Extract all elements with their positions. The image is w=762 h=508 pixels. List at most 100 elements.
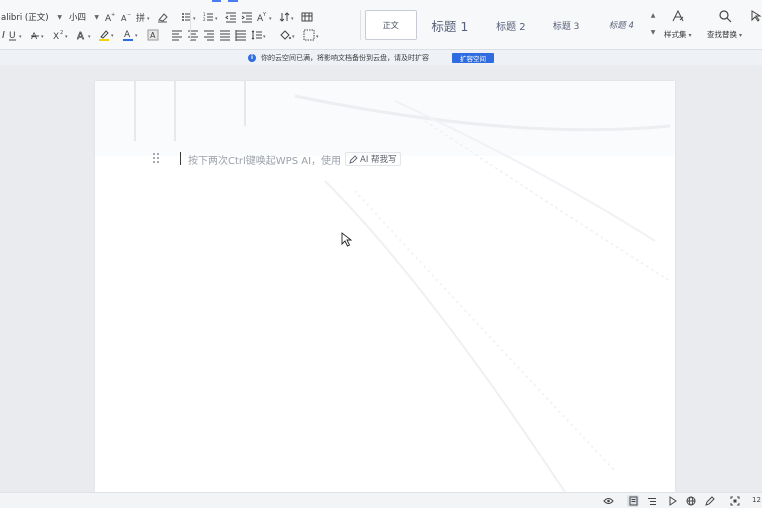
svg-text:▾: ▾ bbox=[88, 34, 91, 40]
mouse-pointer-icon bbox=[341, 232, 353, 247]
justify-icon bbox=[219, 30, 230, 41]
underline-icon: U ▾ bbox=[8, 31, 22, 41]
distributed-button[interactable] bbox=[233, 27, 249, 43]
svg-text:▾: ▾ bbox=[193, 16, 196, 22]
style-heading-1[interactable]: 标题 1 bbox=[417, 10, 484, 40]
ribbon: alibri (正文) ▼ 小四 ▼ A + A − 拼 ▾ ▾ 1 2 ▾ A… bbox=[0, 0, 762, 50]
text-direction-button[interactable]: A Y ▾ bbox=[255, 9, 277, 25]
select-button[interactable] bbox=[750, 9, 762, 23]
gallery-scroll[interactable]: ▲ ▼ bbox=[649, 12, 657, 36]
shading-button[interactable]: ▾ bbox=[277, 27, 301, 43]
svg-text:A: A bbox=[77, 31, 84, 41]
numbered-list-button[interactable]: 1 2 ▾ bbox=[201, 9, 223, 25]
superscript-icon: X 2▾ bbox=[53, 30, 68, 41]
highlight-button[interactable]: ▾ bbox=[97, 27, 121, 43]
svg-text:Y: Y bbox=[262, 12, 267, 18]
paint-bucket-icon: ▾ bbox=[280, 30, 295, 40]
svg-text:▾: ▾ bbox=[215, 16, 218, 22]
borders-icon: ▾ bbox=[303, 29, 319, 41]
style-set-label: 样式集 bbox=[664, 30, 687, 39]
chevron-down-icon[interactable]: ▼ bbox=[651, 29, 656, 36]
svg-text:拼: 拼 bbox=[136, 12, 145, 23]
ai-write-button[interactable]: AI 帮我写 bbox=[345, 152, 401, 166]
justify-button[interactable] bbox=[217, 27, 233, 43]
text-effect-icon: A ▾ bbox=[77, 31, 91, 41]
borders-button[interactable]: ▾ bbox=[301, 27, 325, 43]
svg-text:▾: ▾ bbox=[41, 34, 44, 40]
decrease-font-size-button[interactable]: A − bbox=[118, 9, 134, 25]
distributed-align-icon bbox=[235, 30, 246, 41]
pen-icon[interactable] bbox=[704, 495, 716, 507]
ribbon-tab-indicator bbox=[200, 0, 240, 2]
cloud-storage-notification: i 你的云空间已满，将影响文档备份到云盘，请及时扩容 扩容空间 bbox=[0, 50, 762, 65]
document-page[interactable]: 按下两次Ctrl键唤起WPS AI，使用 AI 帮我写 bbox=[95, 81, 675, 492]
font-name-select[interactable]: alibri (正文) ▼ bbox=[0, 9, 66, 25]
svg-text:▾: ▾ bbox=[19, 34, 22, 40]
fit-page-icon[interactable] bbox=[729, 495, 741, 507]
font-size-select[interactable]: 小四 ▼ bbox=[66, 9, 102, 25]
style-set-icon bbox=[672, 9, 684, 22]
underline-button[interactable]: U ▾ bbox=[7, 27, 29, 43]
eraser-icon bbox=[158, 13, 168, 23]
svg-text:A: A bbox=[124, 30, 131, 40]
align-right-button[interactable] bbox=[201, 27, 217, 43]
ribbon-divider bbox=[190, 10, 191, 40]
change-case-button[interactable]: 拼 ▾ bbox=[134, 9, 154, 25]
font-color-button[interactable]: A ▾ bbox=[121, 27, 145, 43]
play-icon[interactable] bbox=[666, 495, 678, 507]
align-left-button[interactable] bbox=[169, 27, 185, 43]
superscript-button[interactable]: X 2 ▾ bbox=[51, 27, 75, 43]
eye-icon[interactable] bbox=[602, 495, 614, 507]
svg-text:A: A bbox=[150, 31, 156, 40]
svg-text:▾: ▾ bbox=[263, 34, 266, 40]
ai-write-label: AI 帮我写 bbox=[360, 155, 397, 165]
italic-button[interactable]: I bbox=[0, 27, 7, 43]
text-cursor bbox=[180, 152, 182, 165]
decrease-font-icon: A − bbox=[121, 12, 131, 23]
increase-font-size-button[interactable]: A + bbox=[102, 9, 118, 25]
ai-pen-icon bbox=[349, 154, 358, 164]
notification-message: 你的云空间已满，将影响文档备份到云盘，请及时扩容 bbox=[261, 53, 429, 62]
svg-text:−: − bbox=[127, 12, 131, 18]
text-effect-button[interactable]: A ▾ bbox=[75, 27, 97, 43]
font-color-icon: A ▾ bbox=[122, 30, 138, 41]
ribbon-divider bbox=[360, 10, 361, 40]
style-set-button[interactable]: 样式集 ▾ bbox=[664, 9, 692, 40]
outline-view-icon[interactable] bbox=[646, 495, 658, 507]
style-heading-4[interactable]: 标题 4 bbox=[594, 10, 649, 40]
expand-storage-button[interactable]: 扩容空间 bbox=[452, 52, 494, 63]
align-right-icon bbox=[203, 30, 214, 41]
web-view-icon[interactable] bbox=[685, 495, 697, 507]
svg-text:2: 2 bbox=[60, 30, 63, 36]
page-view-icon[interactable] bbox=[627, 495, 639, 507]
chevron-up-icon[interactable]: ▲ bbox=[651, 12, 656, 19]
clear-format-button[interactable] bbox=[154, 9, 171, 25]
strikethrough-button[interactable]: A▾ bbox=[29, 27, 51, 43]
line-spacing-button[interactable]: ▾ bbox=[249, 27, 271, 43]
increase-indent-button[interactable] bbox=[239, 9, 255, 25]
font-size-value: 小四 bbox=[69, 13, 87, 23]
page-ghost-artifacts bbox=[95, 81, 675, 492]
ai-placeholder[interactable]: 按下两次Ctrl键唤起WPS AI，使用 AI 帮我写 bbox=[188, 151, 401, 167]
table-button[interactable] bbox=[299, 9, 316, 25]
sort-button[interactable]: ▾ bbox=[277, 9, 299, 25]
char-border-button[interactable]: A bbox=[145, 27, 161, 43]
style-heading-2[interactable]: 标题 2 bbox=[483, 10, 538, 40]
italic-icon: I bbox=[2, 29, 5, 41]
find-replace-label: 查找替换 bbox=[707, 30, 737, 39]
highlighter-icon: ▾ bbox=[98, 30, 114, 41]
find-replace-button[interactable]: 查找替换 ▾ bbox=[707, 9, 742, 40]
decrease-indent-button[interactable] bbox=[223, 9, 239, 25]
placeholder-text: 按下两次Ctrl键唤起WPS AI，使用 bbox=[188, 155, 342, 167]
drag-handle-icon[interactable] bbox=[153, 153, 161, 163]
zoom-level[interactable]: 12 bbox=[752, 496, 761, 504]
svg-text:▾: ▾ bbox=[291, 16, 294, 22]
style-normal[interactable]: 正文 bbox=[365, 10, 417, 40]
svg-text:▾: ▾ bbox=[147, 16, 150, 22]
font-name-value: alibri (正文) bbox=[1, 13, 49, 23]
line-spacing-icon: ▾ bbox=[251, 30, 266, 40]
sort-icon: ▾ bbox=[279, 12, 294, 22]
style-heading-3[interactable]: 标题 3 bbox=[538, 10, 593, 40]
align-center-button[interactable] bbox=[185, 27, 201, 43]
numbered-list-icon: 12 ▾ bbox=[203, 12, 218, 22]
